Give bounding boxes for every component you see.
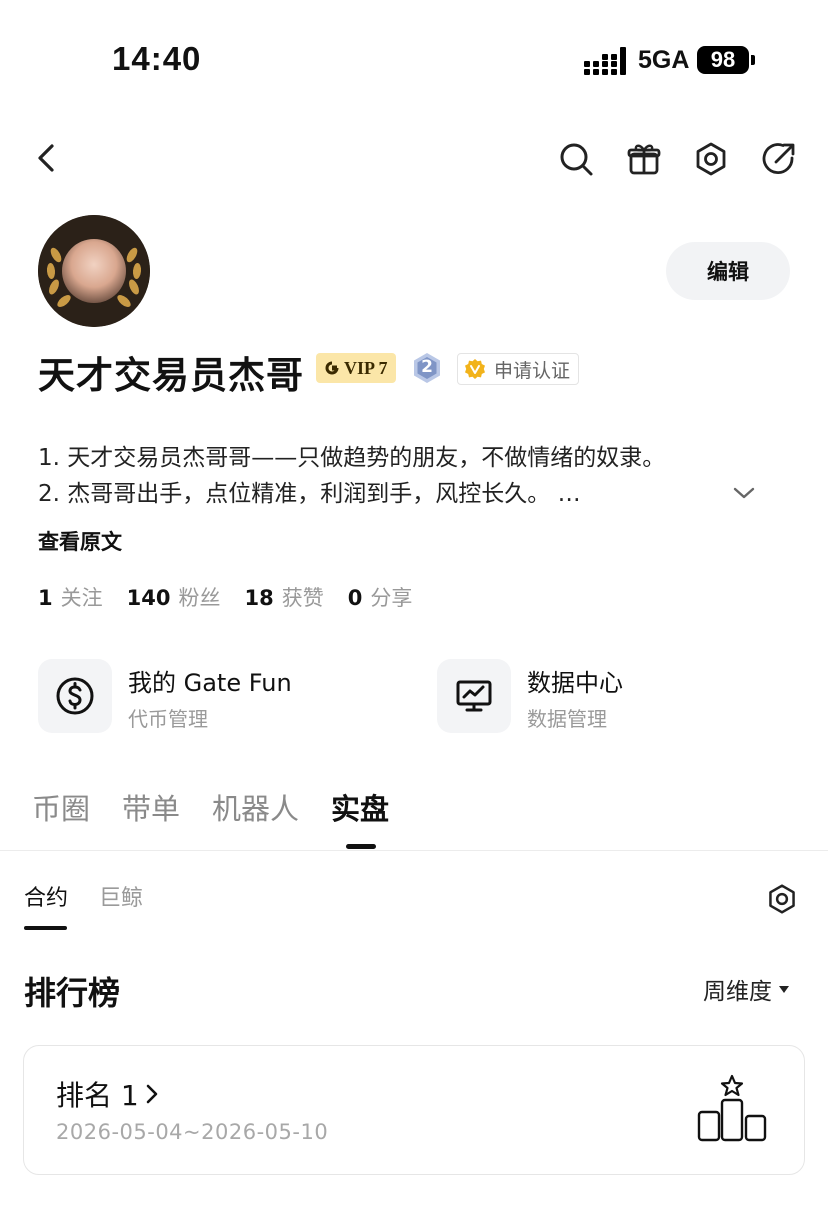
stat-value: 18 (244, 586, 274, 610)
settings-button[interactable] (691, 139, 731, 179)
rank-date-range: 2026-05-04~2026-05-10 (56, 1120, 329, 1144)
stats-row: 1 关注 140 粉丝 18 获赞 0 分享 (38, 582, 412, 612)
gate-fun-title: 我的 Gate Fun (128, 669, 292, 697)
period-dropdown[interactable]: 周维度 (703, 972, 790, 1006)
stat-likes[interactable]: 18 获赞 (244, 582, 323, 612)
search-button[interactable] (556, 139, 596, 179)
rank-link[interactable]: 排名 1 (56, 1074, 159, 1114)
gift-icon (627, 144, 661, 175)
tab-coin-circle[interactable]: 币圈 (32, 786, 90, 828)
back-arrow-icon (38, 144, 54, 172)
chart-monitor-icon (456, 680, 492, 712)
data-center-subtitle: 数据管理 (527, 707, 607, 731)
avatar-photo (62, 239, 126, 303)
status-time: 14:40 (112, 40, 202, 77)
username: 天才交易员杰哥 (38, 354, 304, 397)
stat-following[interactable]: 1 关注 (38, 582, 103, 612)
subtab-settings-button[interactable] (762, 879, 802, 919)
gate-fun-subtitle: 代币管理 (128, 707, 208, 731)
search-icon (560, 143, 593, 176)
bio-line-2: 2. 杰哥哥出手，点位精准，利润到手，风控长久。 … (38, 481, 581, 507)
active-subtab-indicator (24, 926, 67, 930)
tab-bots[interactable]: 机器人 (212, 786, 299, 828)
share-button[interactable] (759, 139, 799, 179)
apply-verification-button[interactable]: 申请认证 (457, 353, 580, 385)
gate-fun-icon-box (38, 659, 112, 733)
level-number: 2 (421, 357, 433, 377)
data-center-icon-box (437, 659, 511, 733)
dollar-icon (56, 677, 94, 715)
battery-tip (751, 55, 755, 65)
vip-logo-icon (325, 361, 339, 375)
subtab-whales[interactable]: 巨鲸 (99, 880, 143, 912)
gift-button[interactable] (624, 139, 664, 179)
tabs-divider (0, 850, 828, 851)
vip-label: VIP 7 (344, 357, 388, 378)
share-icon (762, 143, 795, 174)
stat-value: 140 (126, 586, 171, 610)
subtab-futures[interactable]: 合约 (24, 880, 68, 912)
verified-v-icon (465, 359, 485, 379)
data-center-entry[interactable]: 数据中心 数据管理 (437, 659, 797, 735)
back-button[interactable] (26, 138, 66, 178)
chevron-right-icon (146, 1084, 158, 1104)
bio-line-1: 1. 天才交易员杰哥哥——只做趋势的朋友，不做情绪的奴隶。 (38, 445, 666, 471)
stat-shares[interactable]: 0 分享 (348, 582, 413, 612)
avatar[interactable] (38, 215, 150, 327)
stat-followers[interactable]: 140 粉丝 (127, 582, 221, 612)
network-type: 5GA (638, 46, 690, 74)
view-original-link[interactable]: 查看原文 (38, 526, 122, 556)
rank-label: 排名 1 (56, 1079, 139, 1112)
data-center-title: 数据中心 (527, 669, 623, 697)
verify-label: 申请认证 (494, 359, 571, 382)
tab-copy-trading[interactable]: 带单 (122, 786, 180, 828)
gear-icon (769, 884, 795, 914)
stat-label: 关注 (60, 586, 103, 610)
main-tabs: 币圈 带单 机器人 实盘 (32, 786, 389, 828)
stat-label: 分享 (370, 586, 413, 610)
stat-label: 获赞 (281, 586, 324, 610)
bio: 1. 天才交易员杰哥哥——只做趋势的朋友，不做情绪的奴隶。 2. 杰哥哥出手，点… (38, 440, 665, 512)
caret-down-icon (779, 986, 789, 993)
rank-card[interactable]: 排名 1 2026-05-04~2026-05-10 (23, 1045, 805, 1175)
stat-label: 粉丝 (178, 586, 221, 610)
podium-icon (697, 1074, 767, 1142)
battery-level: 98 (697, 46, 749, 74)
edit-profile-button[interactable]: 编辑 (666, 242, 790, 300)
vip-badge[interactable]: VIP 7 (316, 353, 396, 383)
stat-value: 1 (38, 586, 53, 610)
gate-fun-entry[interactable]: 我的 Gate Fun 代币管理 (38, 659, 418, 735)
gear-icon (696, 142, 726, 176)
expand-chevron-icon[interactable] (733, 486, 755, 500)
level-badge[interactable]: 2 (412, 352, 442, 384)
leaderboard-title: 排行榜 (24, 974, 121, 1012)
stat-value: 0 (347, 586, 363, 610)
signal-icon (584, 47, 626, 75)
active-tab-indicator (346, 844, 376, 849)
tab-live-trading[interactable]: 实盘 (331, 786, 389, 828)
period-label: 周维度 (703, 979, 772, 1005)
